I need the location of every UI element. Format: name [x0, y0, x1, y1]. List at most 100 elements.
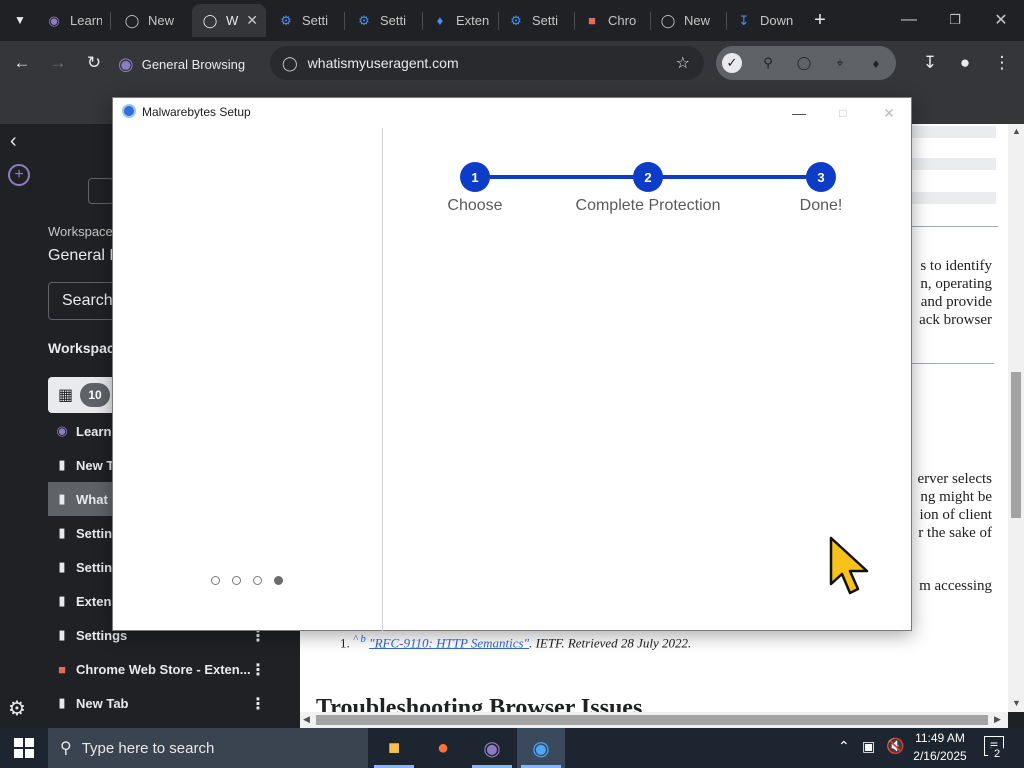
taskbar-search-box[interactable]: ⚲ Type here to search — [48, 728, 368, 768]
account-icon[interactable]: ● — [951, 49, 979, 77]
workspace-label: Workspace — [48, 224, 113, 239]
firefox-icon[interactable]: ● — [419, 728, 467, 768]
progress-line — [489, 175, 645, 179]
collapsible-row[interactable] — [912, 158, 996, 170]
paragraph-line: ng might be — [920, 489, 992, 505]
site-info-icon[interactable]: ◯ — [282, 55, 298, 72]
step-3-label: Done! — [799, 197, 843, 214]
tab-list-icon: ▦ — [58, 387, 74, 404]
mouse-cursor-icon — [829, 536, 869, 595]
side-tab-item[interactable]: ▮ New Tab — [48, 686, 270, 720]
lock-icon[interactable] — [88, 178, 114, 204]
tab-options-kebab-icon[interactable]: ⋮ — [250, 694, 266, 714]
paragraph-line: ack browser — [919, 312, 992, 328]
page-dot-active[interactable] — [274, 576, 283, 585]
browser-tab[interactable]: ⚙ Setti — [278, 4, 340, 37]
close-tab-icon[interactable]: ✕ — [246, 12, 258, 29]
settings-gear-icon[interactable]: ⚙ — [8, 696, 26, 721]
workspace-name[interactable]: General B — [48, 247, 120, 265]
new-tab-plus-icon[interactable]: + — [806, 6, 834, 34]
browser-tab[interactable]: ⚙ Setti — [356, 4, 418, 37]
scroll-up-arrow-icon[interactable]: ▲ — [1012, 126, 1021, 136]
file-explorer-icon[interactable]: ■ — [370, 728, 418, 768]
browser-tab[interactable]: ♦ Exten — [432, 4, 494, 37]
vertical-scroll-thumb[interactable] — [1011, 372, 1021, 518]
browser-tab[interactable]: ⚙ Setti — [508, 4, 570, 37]
page-icon: ▮ — [58, 457, 66, 472]
ghost-extension-icon[interactable]: ◯ — [794, 53, 814, 73]
dialog-minimize-button[interactable]: — — [777, 100, 821, 126]
extensions-group: ✓ ⚲ ◯ ⌖ ♦ — [716, 46, 896, 80]
scroll-right-arrow-icon[interactable]: ▶ — [994, 714, 1001, 725]
windows-start-icon[interactable] — [14, 738, 34, 758]
page-icon: ▮ — [58, 525, 66, 540]
ghost-profile-icon: ◉ — [48, 12, 60, 28]
browser-tab[interactable]: ◯ New — [660, 4, 718, 37]
check-extension-icon[interactable]: ✓ — [722, 53, 742, 73]
tab-strip: ▼ ◉ Learn ◯ New ◯ W ✕ ⚙ Setti ⚙ Setti ♦ … — [0, 0, 1024, 41]
minimize-window-button[interactable]: — — [886, 6, 932, 34]
page-dot[interactable] — [232, 576, 241, 585]
browser-tab[interactable]: ◉ Learn — [46, 4, 102, 37]
chrome-web-store-icon: ■ — [58, 661, 66, 677]
show-hidden-icons-chevron-icon[interactable]: ⌃ — [838, 738, 850, 755]
dialog-divider — [382, 128, 383, 632]
restore-window-button[interactable]: ❐ — [932, 6, 978, 34]
forward-arrow-icon[interactable]: → — [44, 49, 72, 77]
network-icon[interactable]: ▣ — [862, 738, 875, 755]
browser-tab[interactable]: ↧ Down — [736, 4, 798, 37]
paragraph-line: m accessing — [919, 578, 992, 594]
page-dot[interactable] — [211, 576, 220, 585]
downloads-icon[interactable]: ↧ — [916, 49, 944, 77]
ghost-browser-icon[interactable]: ◉ — [468, 728, 516, 768]
reference-item: 1. ^ b "RFC-9110: HTTP Semantics". IETF.… — [340, 633, 692, 651]
tab-search-chevron-icon[interactable]: ▼ — [6, 6, 34, 34]
gear-icon: ⚙ — [358, 12, 370, 28]
malwarebytes-setup-dialog: Malwarebytes Setup — □ ✕ 1 2 3 Choose Co… — [112, 97, 912, 632]
clock-time[interactable]: 11:49 AM — [910, 731, 970, 745]
scroll-down-arrow-icon[interactable]: ▼ — [1012, 698, 1021, 708]
reference-link[interactable]: "RFC-9110: HTTP Semantics" — [369, 635, 529, 650]
collapse-chevron-icon[interactable]: ‹ — [10, 130, 17, 153]
horizontal-scroll-thumb[interactable] — [316, 715, 988, 725]
clock-date[interactable]: 2/16/2025 — [910, 749, 970, 763]
step-3-circle: 3 — [806, 162, 836, 192]
collapsible-row[interactable] — [912, 126, 996, 138]
page-icon: ▮ — [58, 695, 66, 710]
tab-options-kebab-icon[interactable]: ⋮ — [250, 660, 266, 680]
menu-kebab-icon[interactable]: ⋮ — [988, 49, 1016, 77]
vertical-scrollbar[interactable]: ▲ ▼ — [1008, 124, 1024, 712]
dialog-close-button[interactable]: ✕ — [867, 100, 911, 126]
address-bar[interactable]: ◯ whatismyuseragent.com ☆ — [270, 46, 704, 80]
close-window-button[interactable]: ✕ — [978, 6, 1024, 34]
profile-chip[interactable]: ◉ General Browsing — [118, 49, 245, 79]
page-icon: ▮ — [58, 593, 66, 608]
malwarebytes-taskbar-icon[interactable]: ◉ — [517, 728, 565, 768]
bookmark-star-icon[interactable]: ☆ — [676, 53, 690, 73]
collapsible-row[interactable] — [912, 192, 996, 204]
dialog-maximize-button[interactable]: □ — [821, 100, 865, 126]
puzzle-icon: ♦ — [436, 13, 444, 28]
page-dot[interactable] — [253, 576, 262, 585]
section-heading: Troubleshooting Browser Issues — [316, 695, 643, 712]
browser-tab[interactable]: ◯ New — [124, 4, 180, 37]
gear-icon: ⚙ — [280, 12, 292, 28]
back-arrow-icon[interactable]: ← — [8, 49, 36, 77]
crosshair-extension-icon[interactable]: ⌖ — [830, 53, 850, 73]
add-workspace-icon[interactable]: + — [8, 164, 30, 186]
page-icon: ▮ — [58, 627, 66, 642]
tab-count-badge: 10 — [80, 383, 110, 407]
reference-backlinks[interactable]: ^ b — [353, 633, 366, 645]
volume-muted-icon[interactable]: 🔇 — [886, 737, 905, 755]
reload-icon[interactable]: ↻ — [80, 49, 108, 77]
browser-tab[interactable]: ■ Chro — [584, 4, 646, 37]
search-extension-icon[interactable]: ⚲ — [758, 53, 778, 73]
browser-tab-active[interactable]: ◯ W ✕ — [192, 4, 266, 37]
puzzle-extensions-icon[interactable]: ♦ — [866, 53, 886, 73]
horizontal-scrollbar[interactable]: ◀ ▶ — [300, 712, 1008, 728]
step-1-circle: 1 — [460, 162, 490, 192]
paragraph-line: erver selects — [917, 471, 992, 487]
scroll-left-arrow-icon[interactable]: ◀ — [303, 714, 310, 725]
side-tab-item[interactable]: ■ Chrome Web Store - Exten... — [48, 652, 270, 686]
dialog-title: Malwarebytes Setup — [142, 105, 251, 119]
